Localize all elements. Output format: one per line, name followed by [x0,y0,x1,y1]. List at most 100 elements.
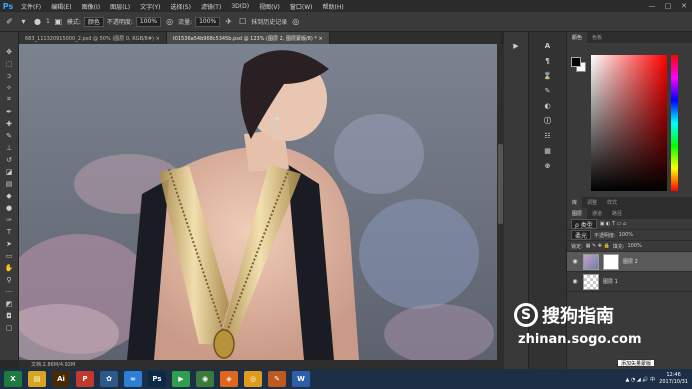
taskbar-app-icon[interactable]: ◉ [196,371,214,387]
taskbar-app-icon[interactable]: ◎ [244,371,262,387]
pressure-opacity-icon[interactable]: ◎ [164,16,175,27]
color-field[interactable] [591,55,667,191]
paragraph-panel-icon[interactable]: ¶ [541,55,555,66]
gradient-tool-icon[interactable]: ▤ [2,178,17,189]
marquee-tool-icon[interactable]: ⬚ [2,58,17,69]
tab-document-1[interactable]: 683_111320915000_2.psd @ 50% (图层 0, RGB/… [19,32,167,44]
brush-tool-icon[interactable]: ✎ [2,130,17,141]
history-brush-icon[interactable]: ↺ [2,154,17,165]
character-panel-icon[interactable]: A [541,40,555,51]
move-tool-icon[interactable]: ✥ [2,46,17,57]
tab-swatches[interactable]: 色板 [587,32,607,43]
layer-row-2[interactable]: ◉ 图层 2 [567,252,692,272]
document-canvas[interactable] [19,44,497,360]
eyedropper-tool-icon[interactable]: ✒ [2,106,17,117]
fill-value[interactable]: 100% [627,243,641,249]
menu-filter[interactable]: 滤镜(T) [196,2,226,11]
clone-source-icon[interactable]: ⊕ [541,160,555,171]
type-tool-icon[interactable]: T [2,226,17,237]
pressure-size-icon[interactable]: ◎ [290,16,301,27]
adjust-panel-icon[interactable]: ◐ [541,100,555,111]
lock-icons[interactable]: ▦ ✎ ✥ 🔒 [586,243,610,249]
dodge-tool-icon[interactable]: ● [2,202,17,213]
path-select-tool-icon[interactable]: ➤ [2,238,17,249]
zoom-tool-icon[interactable]: ⚲ [2,274,17,285]
taskbar-app-icon[interactable]: P [76,371,94,387]
hand-tool-icon[interactable]: ✋ [2,262,17,273]
taskbar-app-icon[interactable]: ◈ [220,371,238,387]
menu-help[interactable]: 帮助(H) [318,2,349,11]
menu-select[interactable]: 选择(S) [165,2,196,11]
tab-color[interactable]: 颜色 [567,32,588,43]
eraser-tool-icon[interactable]: ✐ [4,16,15,27]
history-panel-icon[interactable]: ⌛ [541,70,555,81]
menu-edit[interactable]: 编辑(E) [46,2,76,11]
healing-tool-icon[interactable]: ✚ [2,118,17,129]
scroll-thumb[interactable] [498,144,503,224]
menu-window[interactable]: 窗口(W) [285,2,318,11]
brush-panel-icon[interactable]: ▣ [53,16,64,27]
layer-opacity-value[interactable]: 100% [619,232,633,238]
properties-panel-icon[interactable]: ☷ [541,130,555,141]
history-checkbox[interactable]: ☐ [237,16,248,27]
tab-document-2[interactable]: t01536a54b968c5345b.psd @ 123% (图层 2, 图层… [166,32,330,44]
layer-comp-icon[interactable]: ▦ [541,145,555,156]
taskbar-app-icon[interactable]: ✎ [268,371,286,387]
menu-type[interactable]: 文字(Y) [135,2,165,11]
blur-tool-icon[interactable]: ◆ [2,190,17,201]
visibility-eye-icon[interactable]: ◉ [571,258,579,266]
chevron-down-icon[interactable]: ▾ [18,16,29,27]
fg-bg-swatches[interactable] [571,57,587,73]
opacity-input[interactable]: 100% [135,16,162,27]
shape-tool-icon[interactable]: ▭ [2,250,17,261]
canvas-vertical-scrollbar[interactable] [497,44,504,360]
layer-row-1[interactable]: ◉ 图层 1 [567,272,692,292]
stamp-tool-icon[interactable]: ⊥ [2,142,17,153]
taskbar-app-icon[interactable]: ✿ [100,371,118,387]
info-panel-icon[interactable]: ⓘ [541,115,555,126]
menu-view[interactable]: 视图(V) [254,2,285,11]
minimize-button[interactable]: — [644,0,660,12]
pen-tool-icon[interactable]: ✑ [2,214,17,225]
quick-mask-icon[interactable]: ◘ [2,310,17,321]
taskbar-app-icon[interactable]: ▶ [172,371,190,387]
more-tools-icon[interactable]: ··· [2,286,17,297]
taskbar-app-icon[interactable]: Ps [148,371,166,387]
tab-adjustments[interactable]: 调整 [582,197,602,208]
foreground-swatch[interactable] [571,57,581,67]
tab-channels[interactable]: 通道 [587,208,607,219]
menu-3d[interactable]: 3D(D) [226,3,254,10]
mode-select[interactable]: 颜色 [83,16,104,27]
layer-mask-thumbnail[interactable] [603,253,619,270]
flow-input[interactable]: 100% [195,16,221,27]
close-button[interactable]: ✕ [676,0,692,12]
tab-layers[interactable]: 图层 [567,208,588,219]
play-icon[interactable]: ▶ [509,40,523,51]
taskbar-app-icon[interactable]: ▤ [28,371,46,387]
brush-panel-icon[interactable]: ✎ [541,85,555,96]
filter-icons[interactable]: ▣ ◐ T ▭ ⌂ [600,221,626,227]
menu-layer[interactable]: 图层(L) [105,2,135,11]
magic-wand-tool-icon[interactable]: ✧ [2,82,17,93]
taskbar-app-icon[interactable]: ∞ [124,371,142,387]
tab-paths[interactable]: 路径 [607,208,627,219]
clock[interactable]: 12:46 2017/10/31 [659,372,688,386]
brush-preset-icon[interactable]: ● [32,16,43,27]
menu-image[interactable]: 图像(I) [77,2,105,11]
taskbar-app-icon[interactable]: W [292,371,310,387]
blend-mode-select[interactable]: 柔光 [571,230,592,240]
kind-filter-select[interactable]: ρ 类型 [571,219,597,229]
tab-styles[interactable]: 样式 [602,197,622,208]
taskbar-app-icon[interactable]: Ai [52,371,70,387]
screen-mode-icon[interactable]: ▢ [2,322,17,333]
taskbar-app-icon[interactable]: X [4,371,22,387]
visibility-eye-icon[interactable]: ◉ [571,278,579,286]
airbrush-icon[interactable]: ✈ [223,16,234,27]
hue-slider[interactable] [671,55,678,191]
tray-icons[interactable]: ▲ ◔ ◢ 🔊 中 [626,376,656,383]
lasso-tool-icon[interactable]: ↄ [2,70,17,81]
maximize-button[interactable]: □ [660,0,676,12]
fg-bg-color-icon[interactable]: ◩ [2,298,17,309]
eraser-tool-icon[interactable]: ◪ [2,166,17,177]
tab-libraries[interactable]: 库 [567,197,583,208]
